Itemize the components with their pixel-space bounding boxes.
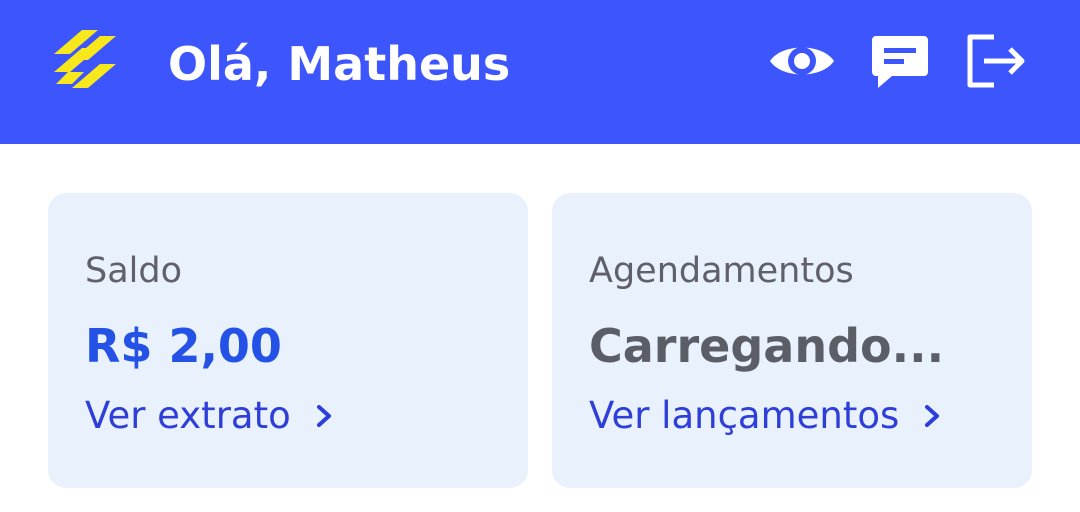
- chat-icon: [872, 36, 928, 88]
- view-statement-label: Ver extrato: [85, 394, 291, 437]
- view-statement-link[interactable]: Ver extrato: [85, 393, 335, 439]
- balance-value: R$ 2,00: [85, 319, 282, 373]
- bank-logo-icon: [54, 30, 116, 88]
- view-transactions-link[interactable]: Ver lançamentos: [589, 393, 943, 439]
- balance-label: Saldo: [85, 251, 183, 291]
- chevron-right-icon: [925, 405, 940, 427]
- schedules-value: Carregando...: [589, 319, 945, 373]
- schedules-card[interactable]: Agendamentos Carregando... Ver lançament…: [552, 193, 1032, 488]
- chevron-right-icon: [316, 405, 331, 427]
- schedules-label: Agendamentos: [589, 251, 854, 291]
- view-transactions-label: Ver lançamentos: [589, 394, 900, 437]
- logout-icon: [967, 34, 1025, 88]
- messages-button[interactable]: [864, 28, 936, 94]
- toggle-balance-visibility-button[interactable]: [766, 28, 838, 94]
- top-app-bar: Olá, Matheus: [0, 0, 1080, 144]
- greeting-title: Olá, Matheus: [168, 37, 511, 91]
- eye-icon: [770, 47, 834, 75]
- logout-button[interactable]: [960, 28, 1032, 94]
- balance-card[interactable]: Saldo R$ 2,00 Ver extrato: [48, 193, 528, 488]
